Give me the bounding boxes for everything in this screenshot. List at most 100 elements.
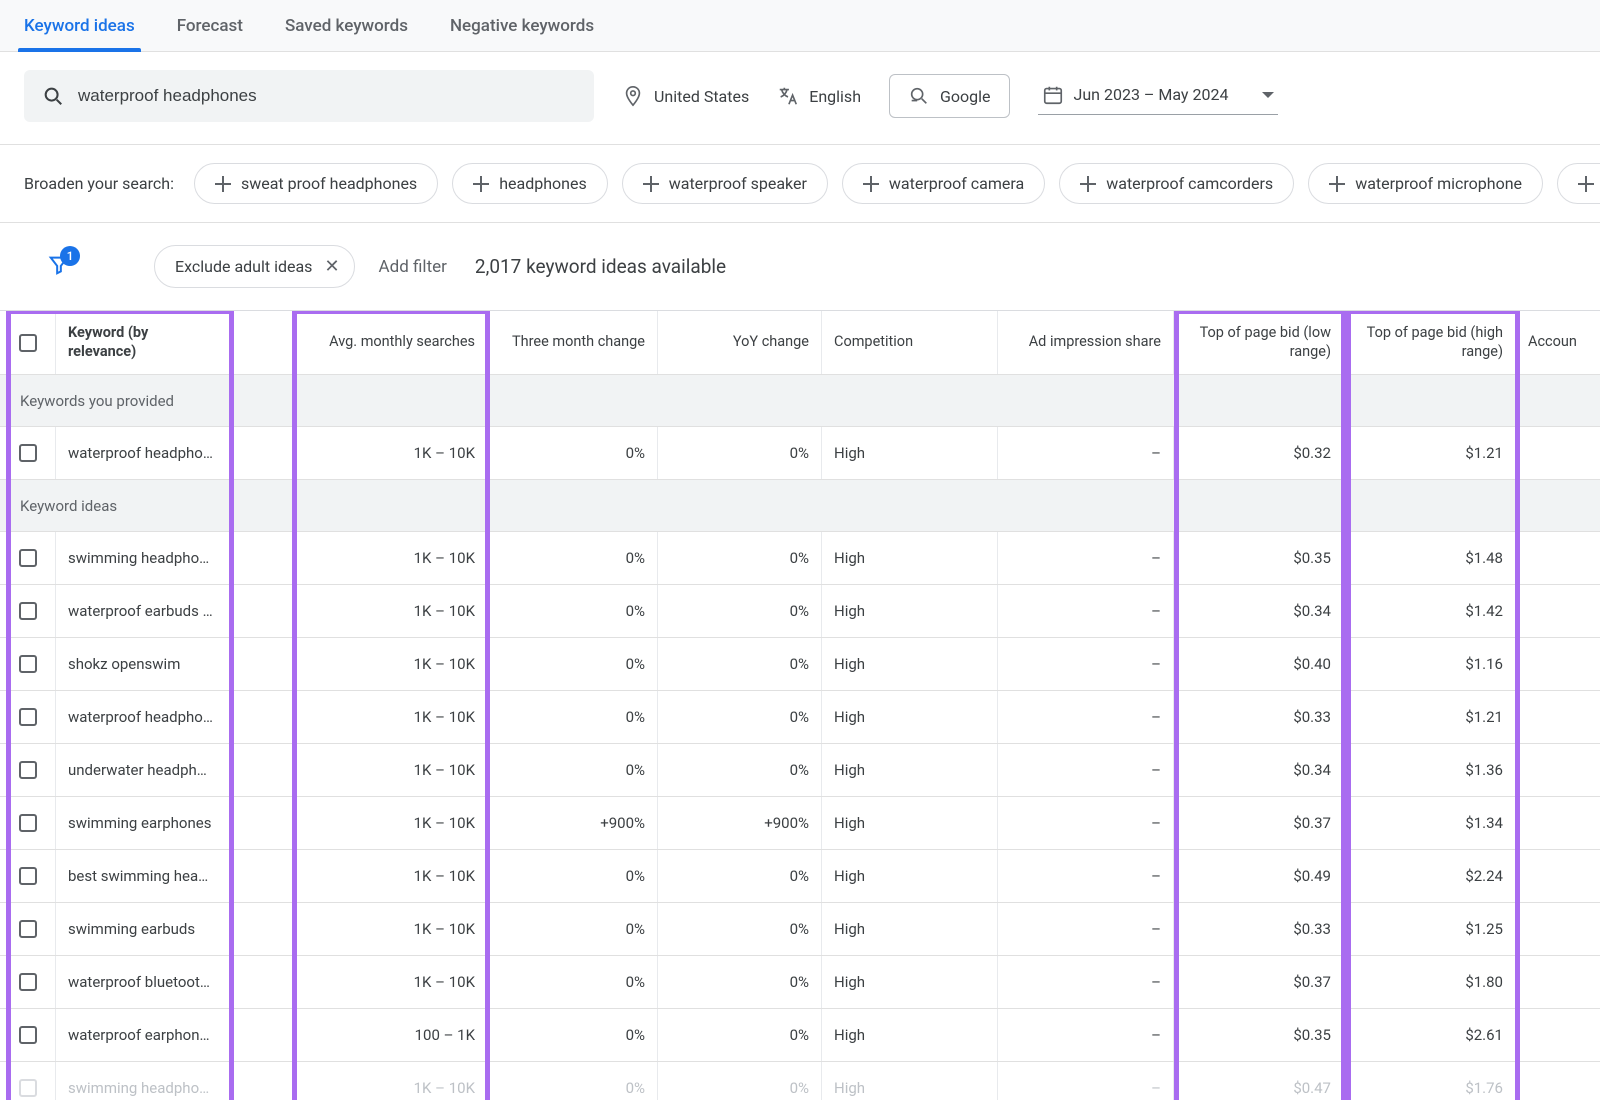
cell-yoy: 0% [658, 427, 822, 479]
header-keyword[interactable]: Keyword (by relevance) [56, 311, 232, 374]
calendar-icon [1042, 84, 1064, 106]
cell-three-month: 0% [488, 691, 658, 743]
cell-yoy: +900% [658, 797, 822, 849]
broaden-chip[interactable]: sweat proof headphones [194, 163, 438, 204]
filter-row: 1 Exclude adult ideas ✕ Add filter 2,017… [0, 223, 1600, 310]
cell-competition: High [822, 691, 998, 743]
cell-bid-high: $1.21 [1344, 427, 1516, 479]
cell-three-month: 0% [488, 585, 658, 637]
header-account[interactable]: Accoun [1516, 311, 1600, 374]
header-avg-searches[interactable]: Avg. monthly searches [292, 311, 488, 374]
cell-avg: 1K – 10K [292, 638, 488, 690]
network-text: Google [940, 87, 991, 106]
cell-three-month: 0% [488, 850, 658, 902]
network-selector[interactable]: Google [889, 74, 1010, 118]
cell-yoy: 0% [658, 850, 822, 902]
cell-impression: – [998, 427, 1174, 479]
row-checkbox[interactable] [19, 761, 37, 779]
header-yoy[interactable]: YoY change [658, 311, 822, 374]
row-checkbox[interactable] [19, 867, 37, 885]
search-icon [42, 85, 64, 107]
cell-avg: 1K – 10K [292, 956, 488, 1008]
header-impression-share[interactable]: Ad impression share [998, 311, 1174, 374]
row-checkbox[interactable] [19, 708, 37, 726]
broaden-chip[interactable]: waterproof camera [842, 163, 1045, 204]
cell-impression: – [998, 585, 1174, 637]
cell-yoy: 0% [658, 903, 822, 955]
row-checkbox[interactable] [19, 549, 37, 567]
table-row[interactable]: best swimming hea…1K – 10K0%0%High–$0.49… [0, 850, 1600, 903]
row-checkbox[interactable] [19, 1026, 37, 1044]
cell-yoy: 0% [658, 1009, 822, 1061]
cell-bid-low: $0.35 [1174, 532, 1344, 584]
filter-count-badge: 1 [60, 246, 80, 266]
cell-avg: 1K – 10K [292, 850, 488, 902]
select-all-checkbox[interactable] [19, 334, 37, 352]
cell-keyword: underwater headph… [56, 744, 232, 796]
table-row[interactable]: underwater headph…1K – 10K0%0%High–$0.34… [0, 744, 1600, 797]
cell-competition: High [822, 427, 998, 479]
tab-keyword-ideas[interactable]: Keyword ideas [24, 0, 135, 52]
header-competition[interactable]: Competition [822, 311, 998, 374]
add-filter-button[interactable]: Add filter [379, 257, 447, 277]
plus-icon [863, 176, 879, 192]
tab-forecast[interactable]: Forecast [177, 0, 243, 52]
table-row[interactable]: waterproof headpho…1K – 10K0%0%High–$0.3… [0, 691, 1600, 744]
plus-icon [1329, 176, 1345, 192]
row-checkbox[interactable] [19, 655, 37, 673]
row-checkbox[interactable] [19, 1079, 37, 1097]
cell-three-month: 0% [488, 638, 658, 690]
header-three-month[interactable]: Three month change [488, 311, 658, 374]
table-row[interactable]: waterproof headpho…1K – 10K0%0%High–$0.3… [0, 427, 1600, 480]
broaden-search-row: Broaden your search: sweat proof headpho… [0, 144, 1600, 223]
filter-pill-exclude-adult[interactable]: Exclude adult ideas ✕ [154, 245, 355, 288]
cell-avg: 1K – 10K [292, 744, 488, 796]
table-row[interactable]: waterproof earbuds …1K – 10K0%0%High–$0.… [0, 585, 1600, 638]
header-bid-low[interactable]: Top of page bid (low range) [1174, 311, 1344, 374]
filter-funnel[interactable]: 1 [48, 254, 70, 280]
location-icon [622, 85, 644, 107]
row-checkbox[interactable] [19, 920, 37, 938]
chevron-down-icon [1262, 92, 1274, 98]
cell-bid-low: $0.40 [1174, 638, 1344, 690]
table-row[interactable]: swimming headpho…1K – 10K0%0%High–$0.35$… [0, 532, 1600, 585]
tab-saved-keywords[interactable]: Saved keywords [285, 0, 408, 52]
row-checkbox[interactable] [19, 973, 37, 991]
language-selector[interactable]: English [777, 85, 861, 107]
table-row[interactable]: waterproof bluetoot…1K – 10K0%0%High–$0.… [0, 956, 1600, 1009]
cell-three-month: +900% [488, 797, 658, 849]
location-selector[interactable]: United States [622, 85, 749, 107]
date-range-selector[interactable]: Jun 2023 – May 2024 [1038, 78, 1279, 115]
close-icon[interactable]: ✕ [324, 256, 339, 277]
cell-avg: 1K – 10K [292, 585, 488, 637]
broaden-chip[interactable]: waterproof speaker [622, 163, 828, 204]
table-row[interactable]: swimming earphones1K – 10K+900%+900%High… [0, 797, 1600, 850]
broaden-chip[interactable]: waterproof microphone [1308, 163, 1543, 204]
cell-bid-high: $1.76 [1344, 1062, 1516, 1100]
cell-impression: – [998, 638, 1174, 690]
tab-negative-keywords[interactable]: Negative keywords [450, 0, 594, 52]
table-row[interactable]: shokz openswim1K – 10K0%0%High–$0.40$1.1… [0, 638, 1600, 691]
search-input[interactable] [78, 86, 576, 106]
row-checkbox[interactable] [19, 444, 37, 462]
table-row[interactable]: swimming earbuds1K – 10K0%0%High–$0.33$1… [0, 903, 1600, 956]
cell-bid-high: $1.80 [1344, 956, 1516, 1008]
table-row[interactable]: waterproof earphon…100 – 1K0%0%High–$0.3… [0, 1009, 1600, 1062]
cell-impression: – [998, 903, 1174, 955]
cell-keyword: swimming earbuds [56, 903, 232, 955]
broaden-chip[interactable]: waterp [1557, 163, 1600, 204]
broaden-chip[interactable]: waterproof camcorders [1059, 163, 1294, 204]
cell-avg: 1K – 10K [292, 691, 488, 743]
table-row[interactable]: swimming headpho…1K – 10K0%0%High–$0.47$… [0, 1062, 1600, 1100]
cell-bid-high: $1.36 [1344, 744, 1516, 796]
cell-yoy: 0% [658, 1062, 822, 1100]
plus-icon [1080, 176, 1096, 192]
header-bid-high[interactable]: Top of page bid (high range) [1344, 311, 1516, 374]
broaden-chip[interactable]: headphones [452, 163, 608, 204]
cell-bid-high: $1.16 [1344, 638, 1516, 690]
location-text: United States [654, 87, 749, 106]
row-checkbox[interactable] [19, 602, 37, 620]
row-checkbox[interactable] [19, 814, 37, 832]
cell-avg: 100 – 1K [292, 1009, 488, 1061]
search-box[interactable] [24, 70, 594, 122]
